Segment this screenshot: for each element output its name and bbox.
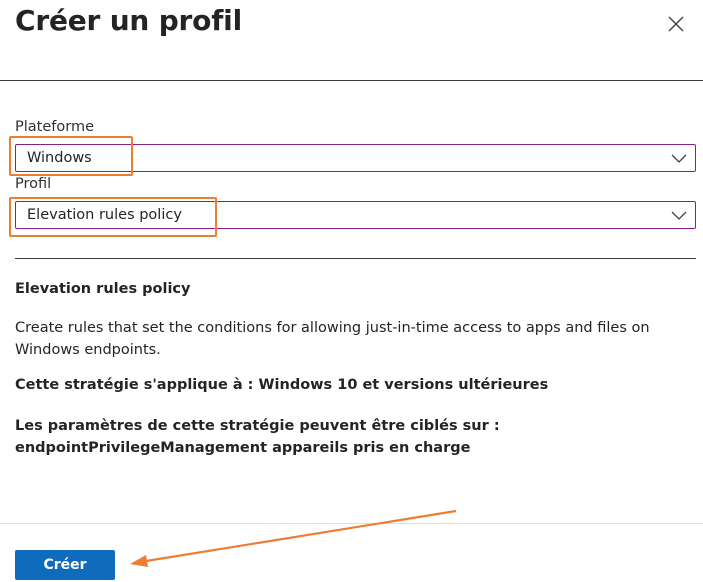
description-title: Elevation rules policy [15, 281, 191, 297]
platform-label: Plateforme [15, 119, 94, 135]
profile-select-value: Elevation rules policy [27, 207, 182, 223]
page-title: Créer un profil [15, 4, 242, 37]
close-icon [668, 16, 684, 32]
targets-text: Les paramètres de cette stratégie peuven… [15, 418, 500, 456]
platform-select-value: Windows [27, 150, 92, 166]
footer-divider [0, 523, 703, 524]
close-button[interactable] [662, 10, 690, 38]
section-divider [15, 258, 696, 259]
create-button[interactable]: Créer [15, 550, 115, 580]
chevron-down-icon [671, 211, 687, 220]
profile-select[interactable]: Elevation rules policy [15, 201, 696, 229]
description-text: Create rules that set the conditions for… [15, 320, 650, 358]
chevron-down-icon [671, 154, 687, 163]
platform-select[interactable]: Windows [15, 144, 696, 172]
profile-label: Profil [15, 176, 52, 192]
create-profile-panel: Créer un profil Plateforme Windows Profi… [0, 0, 703, 582]
applies-to-text: Cette stratégie s'applique à : Windows 1… [15, 377, 549, 393]
header-divider [0, 80, 703, 81]
